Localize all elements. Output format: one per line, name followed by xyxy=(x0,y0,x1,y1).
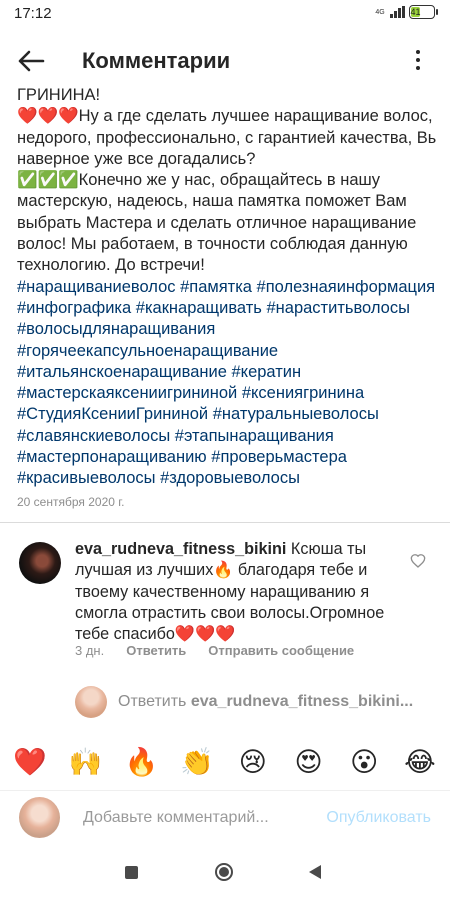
caption-line: ❤️❤️❤️Ну а где сделать лучшее наращивани… xyxy=(17,107,433,126)
battery-icon: 41 xyxy=(409,5,438,19)
reply-prefix: Ответить xyxy=(118,693,191,710)
battery-level: 41 xyxy=(410,7,421,17)
caption-line: ГРИНИНА! xyxy=(17,86,101,104)
caption-line: выбрать Мастера и сделать отличное наращ… xyxy=(17,213,417,232)
post-caption: ГРИНИНА! ❤️❤️❤️Ну а где сделать лучшее на… xyxy=(17,85,437,490)
status-time: 17:12 xyxy=(14,5,52,22)
hashtag-line[interactable]: #мастерскаяксениигрининой #ксениягринина xyxy=(17,383,437,404)
top-app-bar: Комментарии xyxy=(0,28,450,92)
reply-input[interactable]: Ответить eva_rudneva_fitness_bikini... xyxy=(118,693,413,711)
status-bar: 17:12 4G 41 xyxy=(0,0,450,28)
comment-line: твоему качественному наращиванию я xyxy=(75,582,370,601)
emoji-button[interactable]: 😮 xyxy=(344,747,384,778)
comment-line: тебе спасибо❤️❤️❤️ xyxy=(75,625,236,644)
network-type: 4G xyxy=(375,8,385,16)
comment-time: 3 дн. xyxy=(75,643,105,658)
home-icon[interactable] xyxy=(215,863,233,881)
reply-button[interactable]: Ответить xyxy=(126,643,186,658)
reply-username: eva_rudneva_fitness_bikini... xyxy=(190,693,414,710)
comment-meta: 3 дн. Ответить Отправить сообщение xyxy=(75,643,354,658)
comment-text: eva_rudneva_fitness_bikini Ксюша ты лучша… xyxy=(75,539,395,645)
post-date: 20 сентября 2020 г. xyxy=(17,495,125,509)
comment-line: лучшая из лучших🔥 благодаря тебе и xyxy=(75,561,368,580)
emoji-button[interactable]: 😂 xyxy=(400,747,440,778)
caption-line: технологию. До встречи! xyxy=(17,256,205,275)
hashtag-line[interactable]: #СтудияКсенииГрининой #натуральныеволосы xyxy=(17,404,437,425)
comment-line: Ксюша ты xyxy=(286,540,367,558)
comment-username[interactable]: eva_rudneva_fitness_bikini xyxy=(75,540,286,558)
emoji-button[interactable]: 🙌 xyxy=(66,746,106,778)
emoji-quick-bar: ❤️ 🙌 🔥 👏 😢 😍 😮 😂 xyxy=(0,738,450,786)
page-title: Комментарии xyxy=(82,48,231,73)
back-arrow-icon[interactable] xyxy=(14,46,48,76)
add-comment-input[interactable]: Добавьте комментарий... xyxy=(83,809,269,827)
hashtag-line[interactable]: #волосыдлянаращивания xyxy=(17,319,437,340)
hashtag-line[interactable]: #мастерпонаращиванию #проверьмастера xyxy=(17,447,437,468)
caption-hashtags: #наращиваниеволос #памятка #полезнаяинфо… xyxy=(17,277,437,490)
nav-back-icon[interactable] xyxy=(308,864,322,885)
system-nav-bar xyxy=(0,846,450,900)
caption-line: волос! Мы работаем, в точности соблюдая … xyxy=(17,235,408,254)
comment-line: смогла отрастить свои волосы.Огромное xyxy=(75,603,385,622)
status-icons: 4G 41 xyxy=(374,5,438,19)
hashtag-line[interactable]: #итальянскоенаращивание #кератин xyxy=(17,362,437,383)
emoji-button[interactable]: 😍 xyxy=(289,747,329,778)
signal-icon xyxy=(390,6,405,18)
caption-line: мастерскую, надеюсь, наша памятка поможе… xyxy=(17,192,407,211)
divider xyxy=(0,790,450,791)
recents-icon[interactable] xyxy=(125,866,138,879)
more-options-icon[interactable] xyxy=(410,46,426,74)
caption-line: наверное уже все догадались? xyxy=(17,149,256,168)
caption-line: ✅✅✅Конечно же у нас, обращайтесь в нашу xyxy=(17,171,381,190)
publish-button[interactable]: Опубликовать xyxy=(326,809,431,827)
caption-line: недорого, профессионально, с гарантией к… xyxy=(17,128,437,147)
avatar[interactable] xyxy=(19,542,61,584)
avatar xyxy=(19,797,60,838)
caption-text: ГРИНИНА! ❤️❤️❤️Ну а где сделать лучшее на… xyxy=(17,85,437,277)
like-heart-icon[interactable] xyxy=(410,553,426,569)
emoji-button[interactable]: 🔥 xyxy=(121,746,161,778)
emoji-button[interactable]: 😢 xyxy=(233,747,273,778)
hashtag-line[interactable]: #горячеекапсульноенаращивание xyxy=(17,341,437,362)
send-message-button[interactable]: Отправить сообщение xyxy=(208,643,354,658)
emoji-button[interactable]: ❤️ xyxy=(10,746,50,778)
hashtag-line[interactable]: #славянскиеволосы #этапынаращивания xyxy=(17,426,437,447)
hashtag-line[interactable]: #красивыеволосы #здоровыеволосы xyxy=(17,468,437,489)
divider xyxy=(0,522,450,523)
hashtag-line[interactable]: #наращиваниеволос #памятка #полезнаяинфо… xyxy=(17,277,437,298)
emoji-button[interactable]: 👏 xyxy=(177,746,217,778)
avatar xyxy=(75,686,107,718)
hashtag-line[interactable]: #инфографика #какнаращивать #нараститьво… xyxy=(17,298,437,319)
